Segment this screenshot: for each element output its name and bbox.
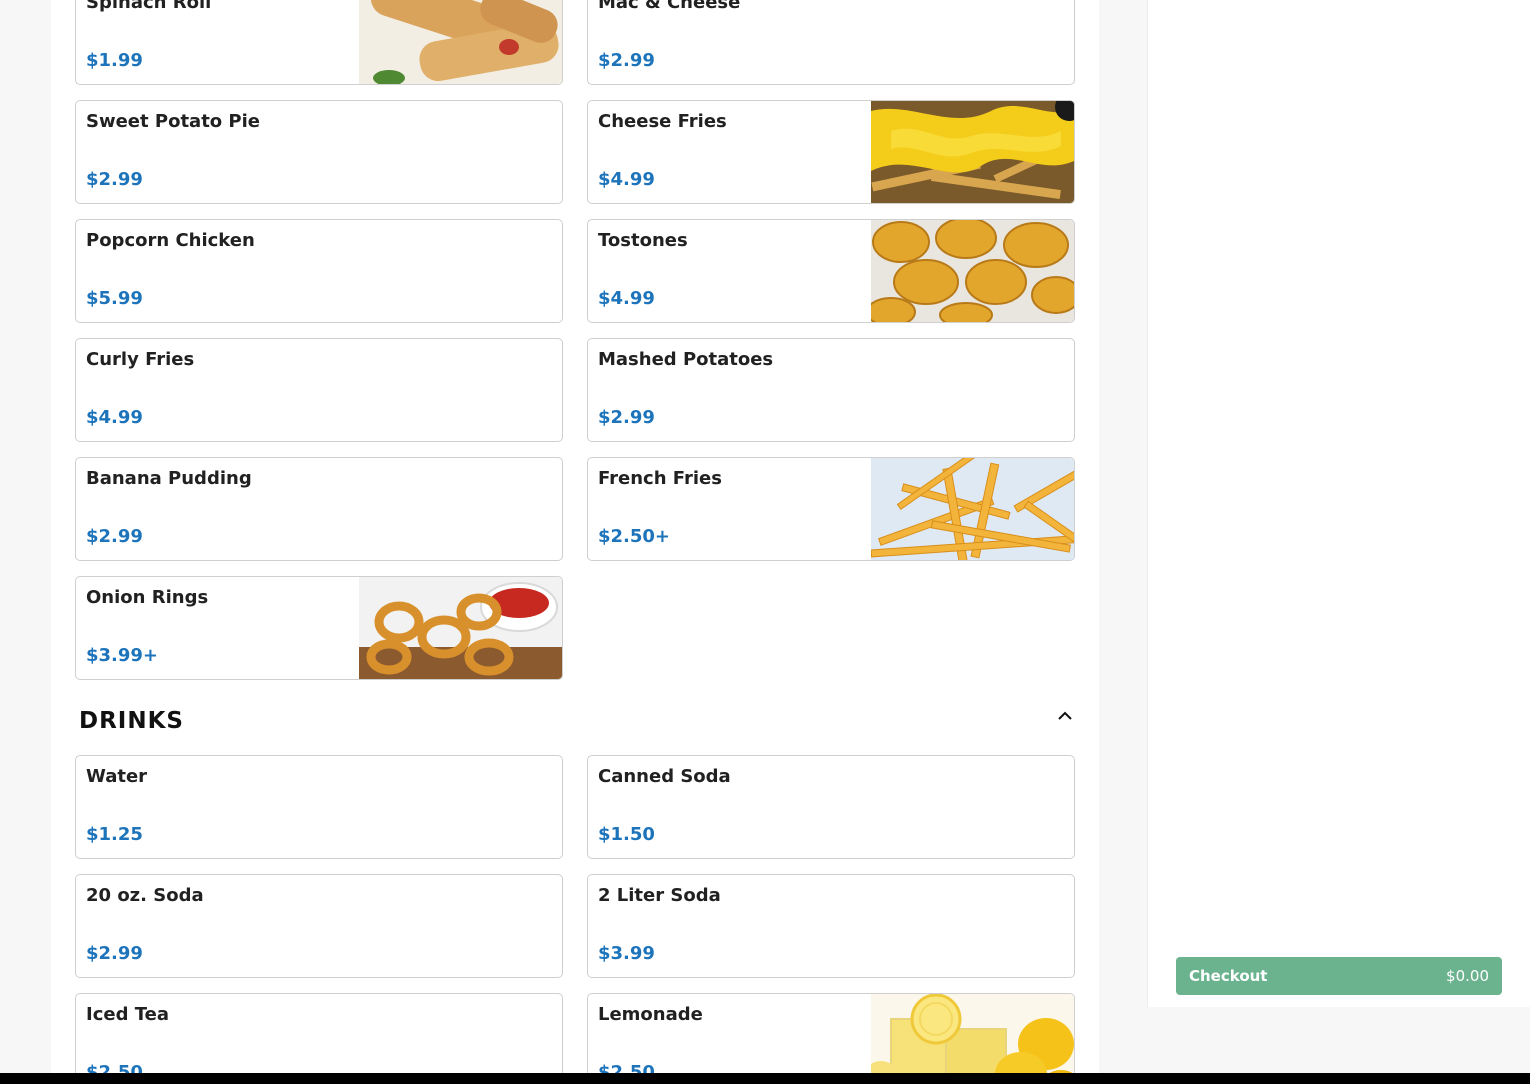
menu-item-price: $4.99 (598, 288, 655, 309)
checkout-total: $0.00 (1446, 967, 1489, 985)
onion-rings-photo (359, 577, 562, 679)
menu-item-tostones[interactable]: Tostones $4.99 (587, 219, 1075, 323)
menu-item-price: $5.99 (86, 288, 143, 309)
menu-item-cheese-fries[interactable]: Cheese Fries $4.99 (587, 100, 1075, 204)
menu-item-canned-soda[interactable]: Canned Soda $1.50 (587, 755, 1075, 859)
menu-item-name: 2 Liter Soda (598, 885, 721, 906)
checkout-label: Checkout (1189, 967, 1268, 985)
menu-item-curly-fries[interactable]: Curly Fries $4.99 (75, 338, 563, 442)
menu-item-price: $4.99 (86, 407, 143, 428)
menu-item-name: Banana Pudding (86, 468, 252, 489)
menu-item-price: $2.99 (598, 407, 655, 428)
menu-item-name: Popcorn Chicken (86, 230, 255, 251)
menu-item-name: Mashed Potatoes (598, 349, 774, 370)
menu-item-20oz-soda[interactable]: 20 oz. Soda $2.99 (75, 874, 563, 978)
menu-item-name: Water (86, 766, 148, 787)
menu-item-name: Tostones (598, 230, 688, 251)
menu-item-name: Cheese Fries (598, 111, 727, 132)
menu-item-price: $2.99 (86, 943, 143, 964)
menu-item-name: 20 oz. Soda (86, 885, 204, 906)
checkout-button[interactable]: Checkout $0.00 (1176, 957, 1502, 995)
menu-item-2-liter-soda[interactable]: 2 Liter Soda $3.99 (587, 874, 1075, 978)
menu-item-onion-rings[interactable]: Onion Rings $3.99+ (75, 576, 563, 680)
menu-item-price: $2.50+ (598, 526, 671, 547)
menu-item-price: $2.99 (86, 526, 143, 547)
menu-item-name: Lemonade (598, 1004, 703, 1025)
menu-item-sweet-potato-pie[interactable]: Sweet Potato Pie $2.99 (75, 100, 563, 204)
lemonade-photo (871, 994, 1074, 1084)
tostones-photo (871, 220, 1074, 322)
chevron-up-icon[interactable] (1055, 706, 1075, 724)
menu-item-name: Mac & Cheese (598, 0, 741, 13)
menu-item-spinach-roll[interactable]: Spinach Roll $1.99 (75, 0, 563, 85)
menu-item-iced-tea[interactable]: Iced Tea $2.50 (75, 993, 563, 1084)
menu-item-french-fries[interactable]: French Fries $2.50+ (587, 457, 1075, 561)
menu-item-name: French Fries (598, 468, 722, 489)
section-title-drinks: DRINKS (79, 708, 184, 734)
menu-item-price: $1.25 (86, 824, 143, 845)
menu-item-mac-cheese[interactable]: Mac & Cheese $2.99 (587, 0, 1075, 85)
menu-item-price: $2.99 (86, 169, 143, 190)
menu-item-price: $3.99 (598, 943, 655, 964)
french-fries-photo (871, 458, 1074, 560)
menu-item-price: $2.99 (598, 50, 655, 71)
menu-item-mashed-potatoes[interactable]: Mashed Potatoes $2.99 (587, 338, 1075, 442)
menu-item-price: $1.50 (598, 824, 655, 845)
menu-item-name: Sweet Potato Pie (86, 111, 260, 132)
cart-panel (1147, 0, 1530, 1007)
menu-item-name: Spinach Roll (86, 0, 212, 13)
menu-item-name: Iced Tea (86, 1004, 169, 1025)
menu-item-name: Curly Fries (86, 349, 195, 370)
menu-item-lemonade[interactable]: Lemonade $2.50 (587, 993, 1075, 1084)
menu-item-banana-pudding[interactable]: Banana Pudding $2.99 (75, 457, 563, 561)
screen-bottom-edge (0, 1073, 1530, 1084)
menu-item-name: Onion Rings (86, 587, 209, 608)
menu-item-price: $4.99 (598, 169, 655, 190)
menu-item-name: Canned Soda (598, 766, 731, 787)
spinach-roll-photo (359, 0, 562, 84)
menu-item-price: $3.99+ (86, 645, 159, 666)
menu-item-popcorn-chicken[interactable]: Popcorn Chicken $5.99 (75, 219, 563, 323)
menu-item-water[interactable]: Water $1.25 (75, 755, 563, 859)
cheese-fries-photo (871, 101, 1074, 203)
menu-item-price: $1.99 (86, 50, 143, 71)
